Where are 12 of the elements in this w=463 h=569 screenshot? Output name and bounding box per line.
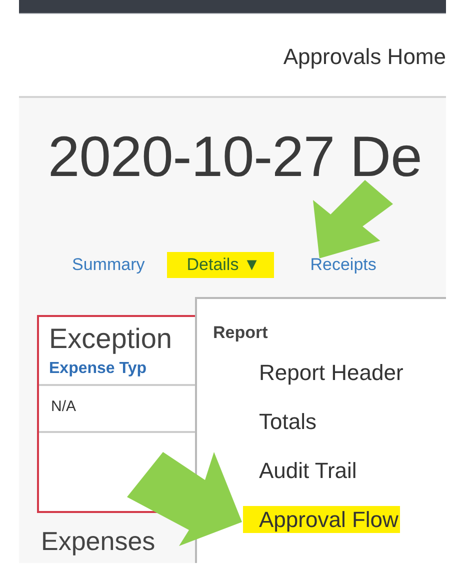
- menu-item[interactable]: Report Header: [257, 359, 406, 386]
- approvals-home-link[interactable]: Approvals Home: [283, 44, 446, 70]
- menu-heading: Report: [213, 323, 269, 343]
- report-title: 2020-10-27 De: [48, 126, 423, 188]
- menu-item[interactable]: Approval Flow: [243, 506, 400, 533]
- tab[interactable]: Receipts: [308, 252, 378, 278]
- section-heading: Expenses: [41, 527, 156, 555]
- menu-item[interactable]: Totals: [257, 408, 318, 435]
- panel-title: Exception: [48, 322, 173, 355]
- menu-item[interactable]: Audit Trail: [257, 457, 359, 484]
- tab[interactable]: Details ▼: [166, 252, 274, 278]
- tab[interactable]: Summary: [70, 252, 147, 278]
